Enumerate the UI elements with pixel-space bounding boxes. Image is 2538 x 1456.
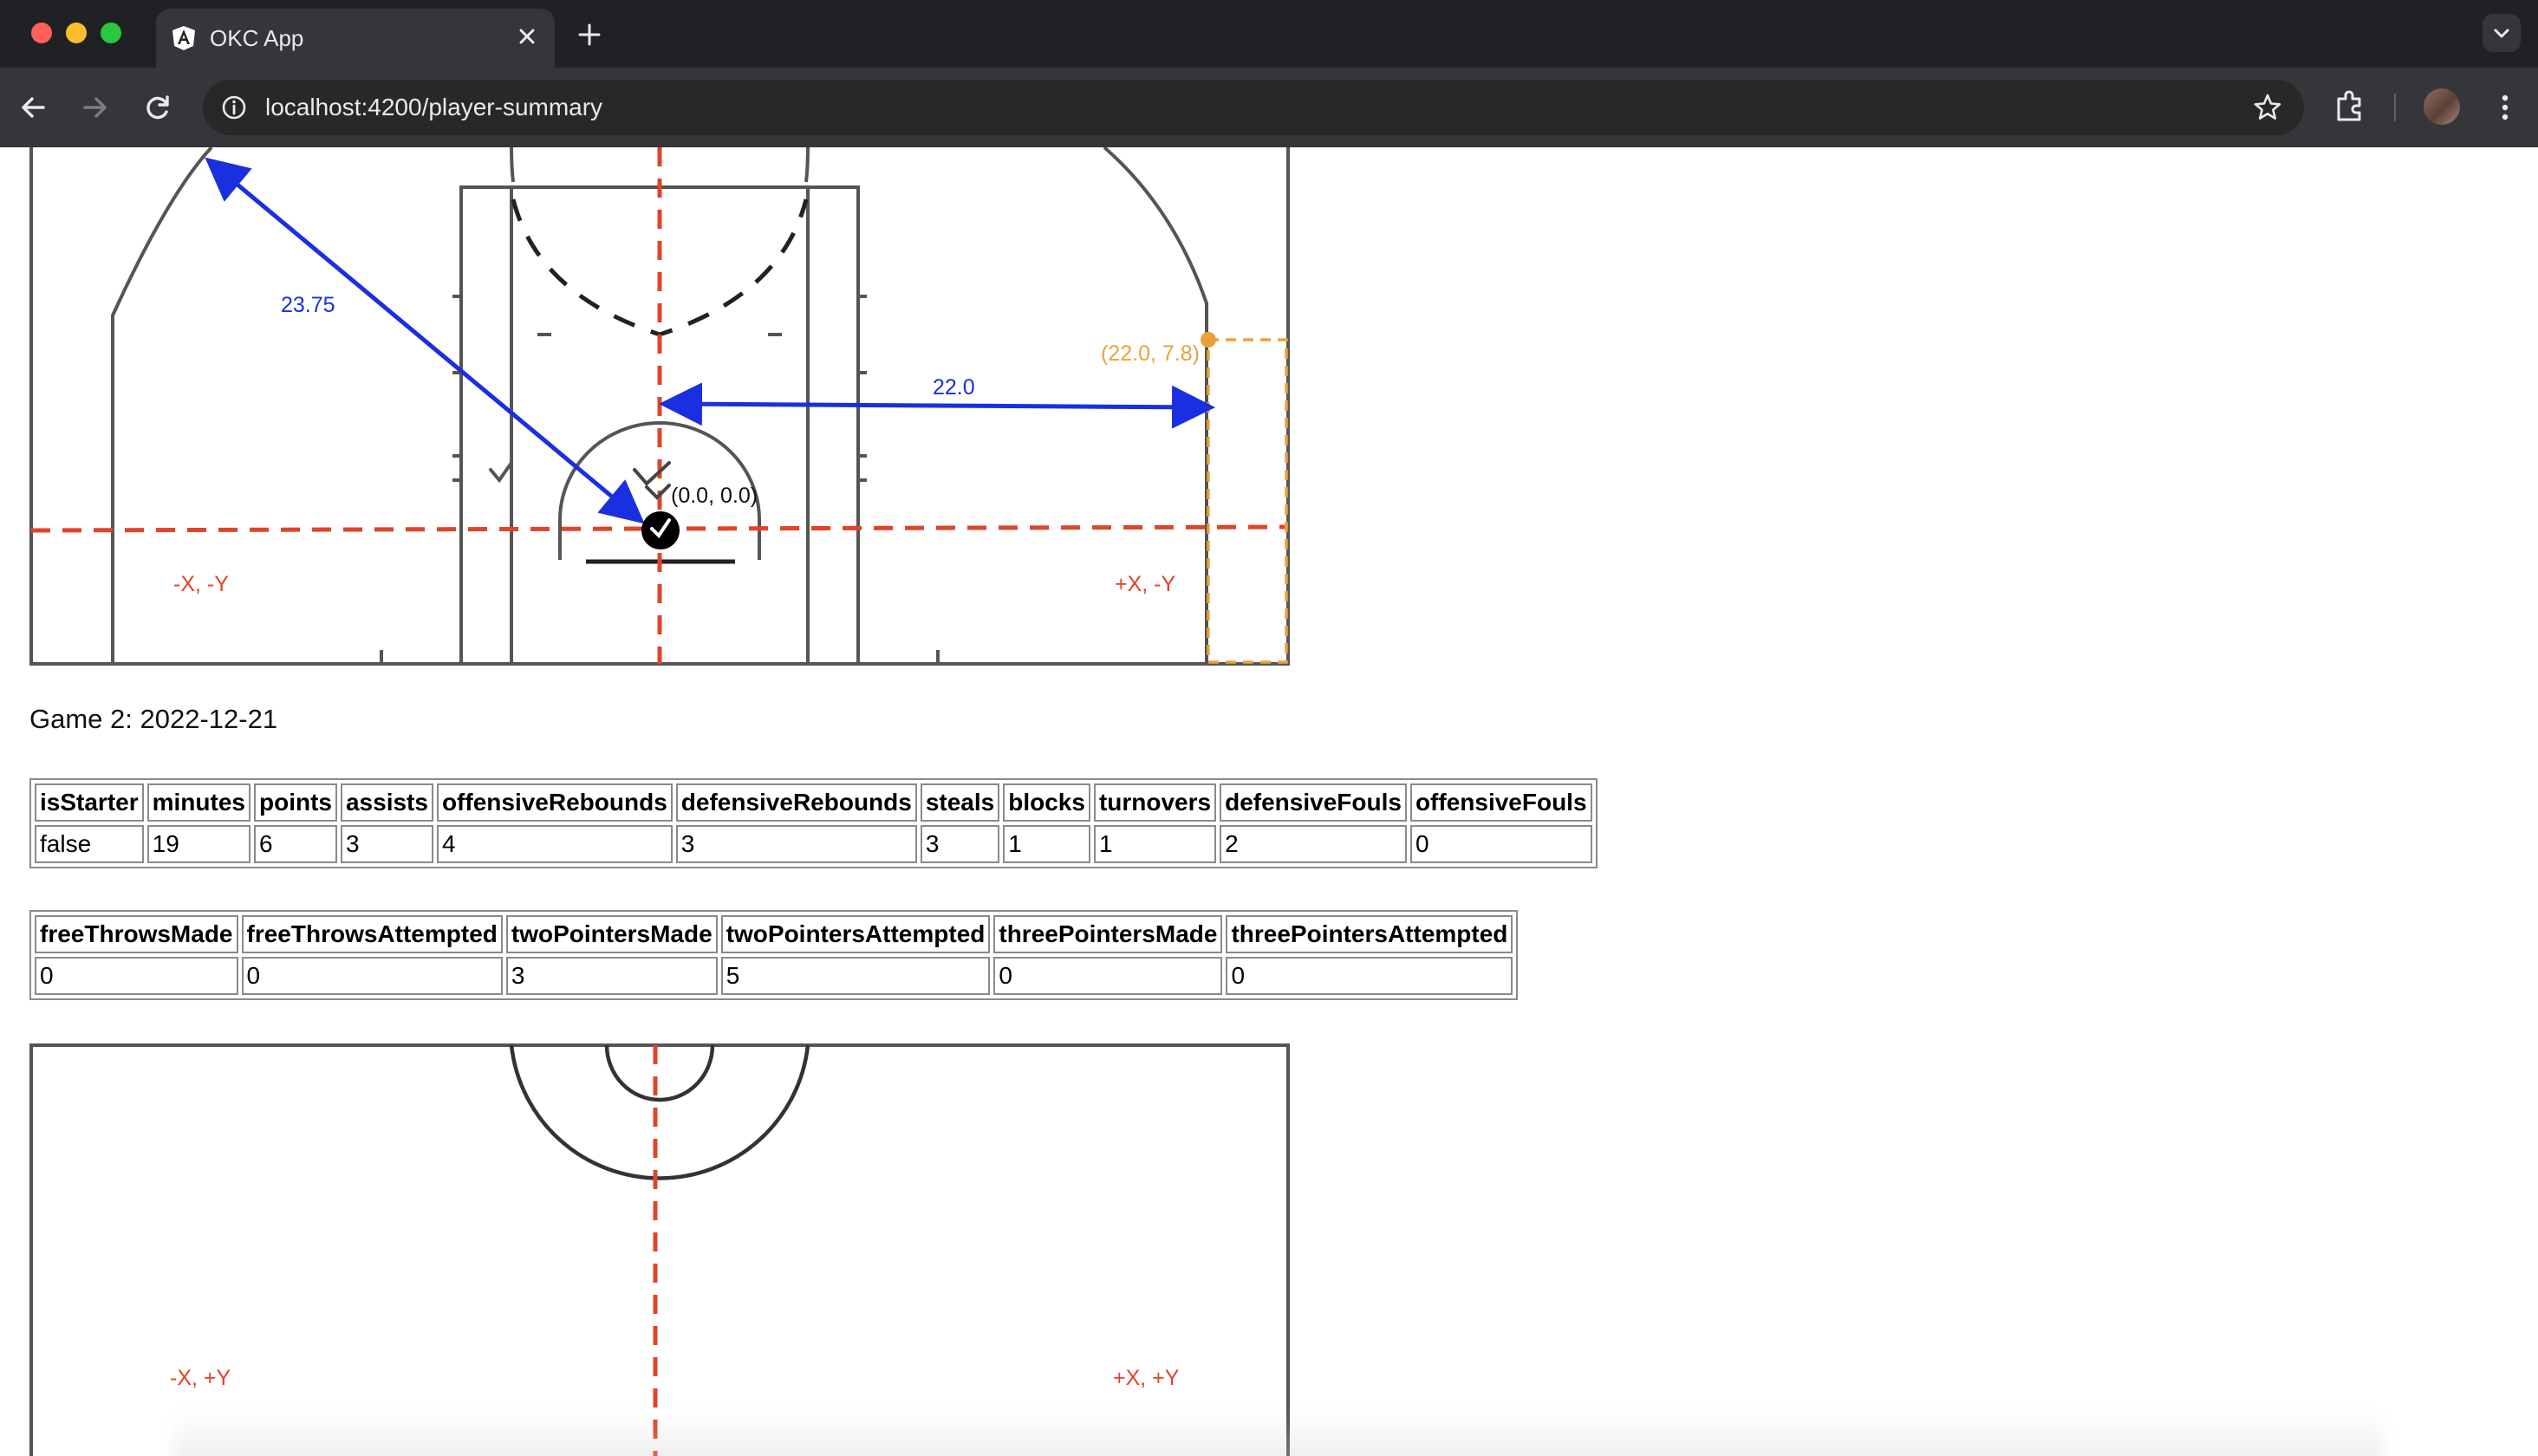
tab-title: OKC App [210,25,304,51]
quadrant-label-left: -X, -Y [173,572,229,596]
free-throw-circle-top [510,147,515,183]
extensions-icon[interactable] [2330,87,2370,127]
court-diagram-top: 23.75 22.0 (22.0, 7.8) (0.0, 0.0) -X, -Y… [29,147,1290,666]
column-header: threePointersAttempted [1226,915,1513,953]
browser-toolbar: localhost:4200/player-summary [0,68,2538,147]
table-cell: 0 [35,957,238,995]
column-header: twoPointersMade [505,915,718,953]
page-content: 23.75 22.0 (22.0, 7.8) (0.0, 0.0) -X, -Y… [0,147,2538,1456]
free-throw-circle-arc [509,1044,810,1180]
minimize-window-button[interactable] [66,23,87,43]
plus-icon[interactable] [572,17,607,52]
browser-tab[interactable]: OKC App [156,9,555,68]
table-header-row: freeThrowsMade freeThrowsAttempted twoPoin… [35,915,1513,953]
maximize-window-button[interactable] [101,23,121,43]
table-row: 003500 [35,957,1513,995]
table-cell: 0 [1226,957,1513,995]
orange-point-marker [1201,332,1216,348]
table-cell: 0 [993,957,1223,995]
table-cell: 6 [253,825,337,863]
column-header: threePointersMade [993,915,1223,953]
table-cell: 5 [720,957,991,995]
shooting-table: freeThrowsMade freeThrowsAttempted twoPoin… [29,910,1519,1000]
column-header: blocks [1003,783,1090,822]
avatar[interactable] [2424,88,2460,125]
toolbar-divider [2394,94,2396,121]
court-boundary [29,1043,1290,1456]
back-arrow-icon[interactable] [12,87,54,128]
table-cell: 19 [146,825,251,863]
scroll-shadow [173,1413,2384,1456]
table-cell: 3 [340,825,433,863]
info-icon[interactable] [218,92,250,123]
table-cell: 3 [920,825,1000,863]
column-header: points [253,783,337,822]
origin-label: (0.0, 0.0) [671,484,758,508]
table-cell: 1 [1003,825,1090,863]
quadrant-label-left: -X, +Y [170,1366,231,1390]
orange-point-label: (22.0, 7.8) [1101,341,1200,366]
table-cell: 0 [1409,825,1592,863]
corner-zone-highlight [1207,338,1288,664]
column-header: freeThrowsAttempted [241,915,503,953]
court-diagram-bottom: -X, +Y +X, +Y [29,1043,1290,1456]
address-bar[interactable]: localhost:4200/player-summary [203,80,2304,135]
column-header: isStarter [35,783,144,822]
quadrant-label-right: +X, -Y [1115,572,1175,596]
distance-corner-label: 23.75 [281,293,335,317]
column-header: steals [920,783,1000,822]
tab-strip: OKC App [0,0,2538,68]
more-vert-icon[interactable] [2484,87,2526,128]
column-header: twoPointersAttempted [720,915,991,953]
tab-search-button[interactable] [2483,14,2521,52]
table-cell: 3 [675,825,917,863]
distance-arrow-corner [205,157,645,524]
free-throw-circle-top-r [804,147,810,183]
distance-arrow-side [659,382,1215,429]
star-icon[interactable] [2250,90,2285,125]
table-cell: 2 [1220,825,1407,863]
table-cell: 1 [1093,825,1217,863]
forward-arrow-icon[interactable] [75,87,116,128]
column-header: freeThrowsMade [35,915,238,953]
angular-logo-icon [172,26,195,50]
table-header-row: isStarter minutes points assists offensiveRe… [35,783,1592,822]
column-header: defensiveFouls [1220,783,1407,822]
game-title: Game 2: 2022-12-21 [29,704,278,734]
table-cell: 0 [241,957,503,995]
box-score-table: isStarter minutes points assists offensiveRe… [29,778,1598,868]
table-cell: 3 [505,957,718,995]
distance-side-label: 22.0 [933,375,975,400]
center-circle-arc [604,1044,715,1102]
table-row: false 19 6 3 4 3 3 1 1 2 0 [35,825,1592,863]
url-text: localhost:4200/player-summary [265,94,603,120]
column-header: defensiveRebounds [675,783,917,822]
close-icon[interactable] [511,21,543,52]
close-window-button[interactable] [31,23,52,43]
checkmark-icon [633,461,671,486]
reload-icon[interactable] [137,87,179,128]
column-header: offensiveRebounds [436,783,673,822]
checkmark-icon [489,461,513,484]
column-header: assists [340,783,433,822]
column-header: minutes [146,783,251,822]
table-cell: 4 [436,825,673,863]
column-header: offensiveFouls [1409,783,1592,822]
chevron-down-icon [2494,29,2509,38]
quadrant-label-right: +X, +Y [1113,1366,1180,1390]
column-header: turnovers [1093,783,1217,822]
table-cell: false [35,825,144,863]
